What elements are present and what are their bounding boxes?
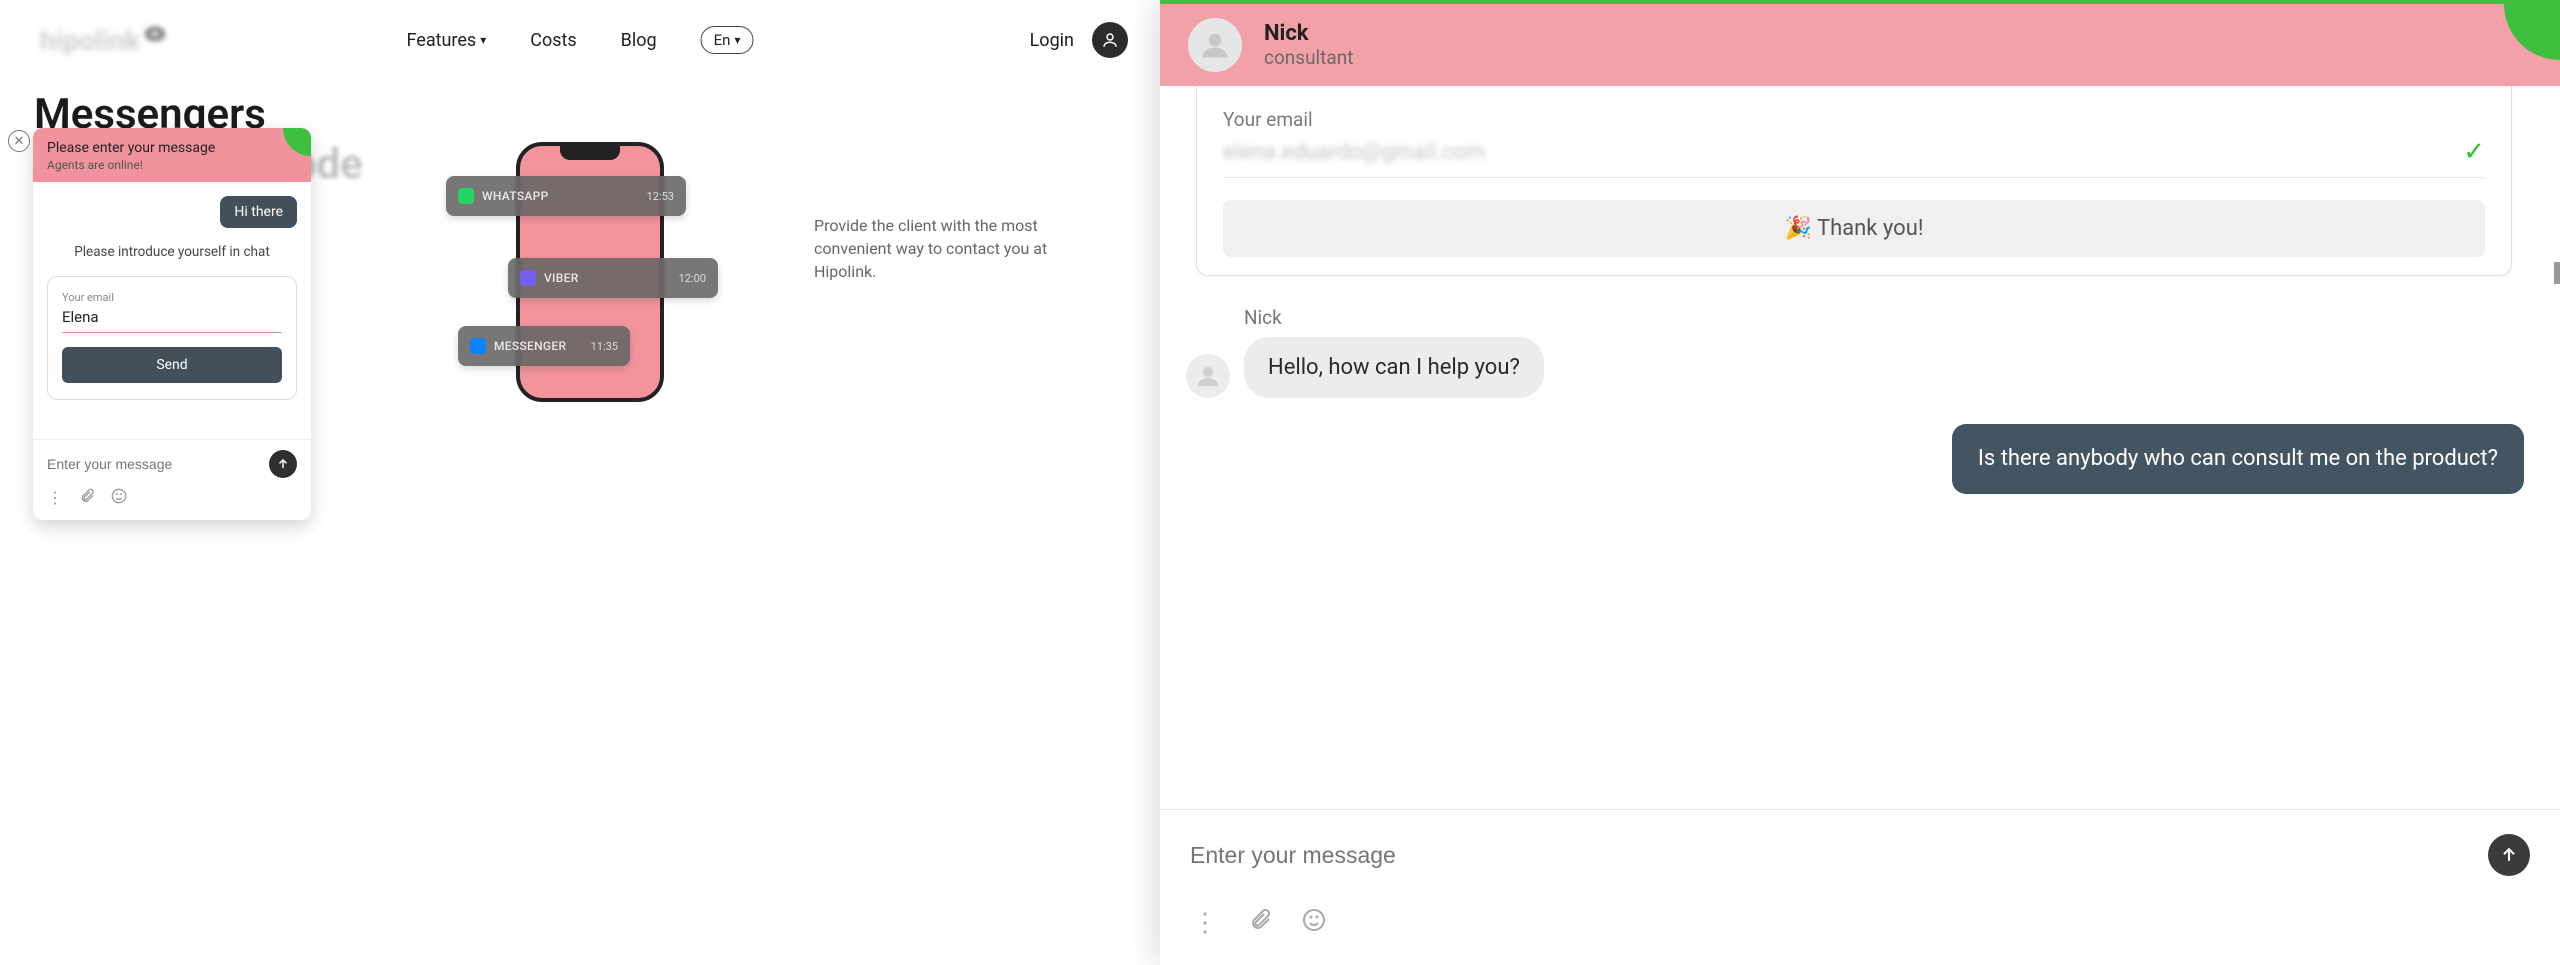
check-icon: ✓ bbox=[2463, 137, 2485, 167]
message-sender-name: Nick bbox=[1244, 306, 2530, 329]
chat-prompt-text: Please introduce yourself in chat bbox=[47, 244, 297, 260]
scroll-edge-handle[interactable] bbox=[2554, 262, 2560, 284]
chat-toolbar: ⋮ bbox=[33, 482, 311, 520]
party-icon: 🎉 bbox=[1785, 216, 1812, 241]
thank-you-banner: 🎉 Thank you! bbox=[1223, 200, 2485, 257]
user-icon bbox=[1196, 364, 1220, 388]
chat-panel-large: Nick consultant Your email elena.eduardo… bbox=[1160, 0, 2560, 965]
nav-costs-label: Costs bbox=[530, 30, 576, 51]
chat-widget-header: Please enter your message Agents are onl… bbox=[33, 128, 311, 182]
chat-large-body: Your email elena.eduardo@gmail.com ✓ 🎉 T… bbox=[1160, 86, 2560, 809]
thank-you-email-value: elena.eduardo@gmail.com bbox=[1223, 140, 1485, 165]
notification-name: WHATSAPP bbox=[482, 189, 549, 203]
language-value: En bbox=[714, 31, 731, 49]
chat-header-subtitle: Agents are online! bbox=[47, 158, 297, 172]
send-button[interactable]: Send bbox=[62, 347, 282, 383]
message-bubble-agent: Hello, how can I help you? bbox=[1244, 337, 1544, 398]
nav-costs[interactable]: Costs bbox=[530, 30, 576, 51]
send-icon-button[interactable] bbox=[269, 450, 297, 478]
more-icon[interactable]: ⋮ bbox=[1192, 908, 1218, 939]
nav-blog-label: Blog bbox=[621, 30, 657, 51]
notification-viber: VIBER 12:00 bbox=[508, 258, 718, 298]
language-switch[interactable]: En ▾ bbox=[701, 26, 754, 54]
chevron-down-icon: ▾ bbox=[480, 33, 486, 47]
chat-bubble-user: Hi there bbox=[220, 196, 297, 228]
message-row-agent: Hello, how can I help you? bbox=[1186, 337, 2530, 398]
notification-time: 11:35 bbox=[591, 340, 618, 353]
phone-notch bbox=[560, 146, 620, 160]
thank-you-card: Your email elena.eduardo@gmail.com ✓ 🎉 T… bbox=[1196, 86, 2512, 276]
whatsapp-icon bbox=[458, 188, 474, 204]
nav-features-label: Features bbox=[407, 30, 477, 51]
notification-name: MESSENGER bbox=[494, 339, 566, 353]
thank-you-text: Thank you! bbox=[1817, 216, 1924, 241]
nav-right: Login bbox=[1030, 22, 1128, 58]
user-icon bbox=[1200, 30, 1230, 60]
profile-button[interactable] bbox=[1092, 22, 1128, 58]
send-icon-button[interactable] bbox=[2488, 834, 2530, 876]
chat-input[interactable] bbox=[47, 456, 269, 472]
chat-large-input-area bbox=[1160, 809, 2560, 886]
chat-body: Hi there Please introduce yourself in ch… bbox=[33, 182, 311, 439]
chat-large-input[interactable] bbox=[1190, 842, 2488, 869]
chat-large-toolbar: ⋮ bbox=[1160, 886, 2560, 965]
thank-you-email-label: Your email bbox=[1223, 108, 2485, 131]
emoji-icon[interactable] bbox=[1302, 908, 1326, 939]
user-icon bbox=[1101, 31, 1119, 49]
chat-widget-small: Please enter your message Agents are onl… bbox=[33, 128, 311, 520]
attachment-icon[interactable] bbox=[1248, 908, 1272, 939]
more-icon[interactable]: ⋮ bbox=[47, 488, 63, 508]
top-nav: hipolink Features ▾ Costs Blog En ▾ Logi… bbox=[0, 0, 1160, 80]
close-icon[interactable]: ✕ bbox=[8, 130, 30, 152]
login-link[interactable]: Login bbox=[1030, 30, 1074, 51]
notification-whatsapp: WHATSAPP 12:53 bbox=[446, 176, 686, 216]
chevron-down-icon: ▾ bbox=[734, 33, 740, 47]
message-bubble-user: Is there anybody who can consult me on t… bbox=[1952, 424, 2524, 494]
email-field[interactable]: Elena bbox=[62, 304, 282, 333]
login-label: Login bbox=[1030, 30, 1074, 51]
email-field-label: Your email bbox=[62, 291, 282, 304]
message-avatar bbox=[1186, 354, 1230, 398]
notification-time: 12:53 bbox=[647, 190, 674, 203]
message-row-user: Is there anybody who can consult me on t… bbox=[1186, 424, 2524, 494]
chat-large-header: Nick consultant bbox=[1160, 4, 2560, 86]
messenger-icon bbox=[470, 338, 486, 354]
notification-name: VIBER bbox=[544, 271, 579, 285]
hero-description: Provide the client with the most conveni… bbox=[814, 214, 1094, 284]
arrow-up-icon bbox=[276, 457, 290, 471]
chat-header-title: Please enter your message bbox=[47, 140, 297, 156]
arrow-up-icon bbox=[2499, 845, 2519, 865]
notification-messenger: MESSENGER 11:35 bbox=[458, 326, 630, 366]
agent-avatar bbox=[1188, 18, 1242, 72]
leaf-decoration bbox=[2504, 4, 2560, 60]
logo[interactable]: hipolink bbox=[40, 24, 164, 57]
nav-blog[interactable]: Blog bbox=[621, 30, 657, 51]
viber-icon bbox=[520, 270, 536, 286]
notification-time: 12:00 bbox=[679, 272, 706, 285]
nav-center: Features ▾ Costs Blog En ▾ bbox=[407, 26, 754, 54]
nav-features[interactable]: Features ▾ bbox=[407, 30, 487, 51]
email-form-card: Your email Elena Send bbox=[47, 276, 297, 400]
agent-role: consultant bbox=[1264, 46, 1353, 69]
emoji-icon[interactable] bbox=[111, 488, 127, 508]
chat-input-row bbox=[33, 439, 311, 482]
attachment-icon[interactable] bbox=[79, 488, 95, 508]
agent-name: Nick bbox=[1264, 21, 1353, 46]
